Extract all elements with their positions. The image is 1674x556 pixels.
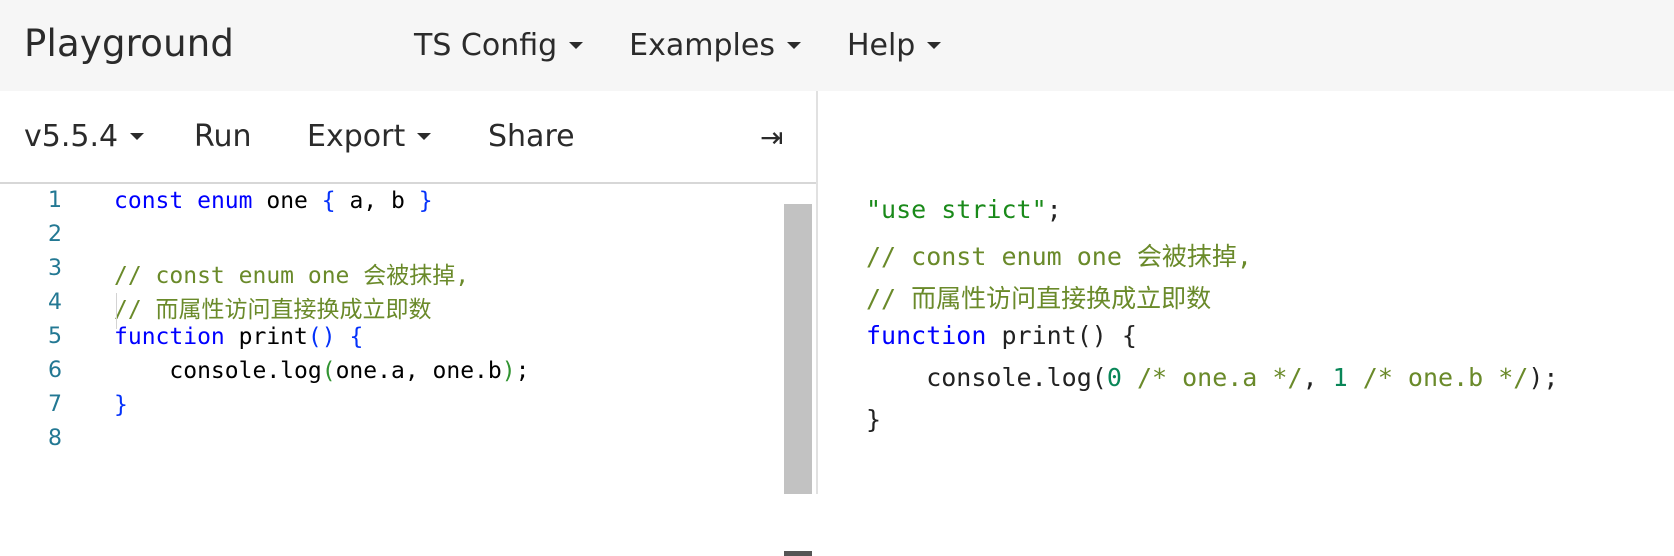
code-line[interactable]: 3 // const enum one 会被抹掉, <box>0 256 780 292</box>
code-token: a, b <box>335 188 419 214</box>
output-token: 0 <box>1106 363 1122 392</box>
output-line: "use strict"; <box>866 195 1062 235</box>
run-button[interactable]: Run <box>194 119 252 154</box>
output-token: /* one.b */ <box>1362 363 1529 392</box>
code-token: { <box>349 324 364 350</box>
code-token: } <box>114 392 128 418</box>
share-button[interactable]: Share <box>488 119 575 154</box>
code-token: // 而属性访问直接换成立即数 <box>114 297 432 323</box>
code-token: } <box>418 188 433 214</box>
chevron-down-icon <box>417 133 432 140</box>
code-line[interactable]: 5 function print() { <box>0 324 780 360</box>
version-label: v5.5.4 <box>24 119 119 154</box>
line-number: 5 <box>48 324 62 349</box>
output-line: // const enum one 会被抹掉, <box>866 237 1252 277</box>
output-line: function print() { <box>866 321 1137 361</box>
output-token <box>1348 363 1363 392</box>
output-token: print() { <box>986 321 1137 350</box>
line-number: 2 <box>48 222 62 247</box>
output-token: ); <box>1528 363 1559 392</box>
editor-scrollbar[interactable] <box>784 204 812 494</box>
line-number: 3 <box>48 256 62 281</box>
code-line[interactable]: 7} <box>0 392 780 428</box>
editor-pane: v5.5.4 Run Export Share ⇥ 1 const enum on… <box>0 91 816 556</box>
output-token: /* one.a */ <box>1136 363 1303 392</box>
code-token: print <box>224 324 308 350</box>
export-label: Export <box>307 119 406 154</box>
chevron-down-icon <box>786 42 801 49</box>
line-number: 1 <box>48 188 62 213</box>
nav-examples-label: Examples <box>629 28 775 63</box>
nav-examples[interactable]: Examples <box>629 28 801 63</box>
output-token: ; <box>1046 195 1062 224</box>
output-line: } <box>866 405 881 445</box>
output-token: , <box>1302 363 1333 392</box>
output-token <box>1122 363 1137 392</box>
top-bar: Playground TS Config Examples Help <box>0 0 1674 91</box>
code-token: const <box>114 188 184 214</box>
code-token: () <box>307 324 336 350</box>
chevron-down-icon <box>569 42 584 49</box>
editor-toolbar: v5.5.4 Run Export Share ⇥ <box>0 91 816 184</box>
chevron-down-icon <box>927 42 942 49</box>
chevron-down-icon <box>130 133 145 140</box>
code-token: ) <box>501 358 516 384</box>
code-token: one.a, one.b <box>335 358 502 384</box>
indent-guide <box>116 293 117 329</box>
version-selector[interactable]: v5.5.4 <box>24 119 145 154</box>
code-token: ( <box>321 358 336 384</box>
output-line: // 而属性访问直接换成立即数 <box>866 279 1211 319</box>
nav-ts-config[interactable]: TS Config <box>414 28 584 63</box>
code-line[interactable]: 2 <box>0 222 780 258</box>
code-editor[interactable]: 1 const enum one { a, b } 2 3 // const enum … <box>0 184 816 494</box>
code-text: } <box>114 392 128 418</box>
brand-title[interactable]: Playground <box>24 22 234 65</box>
output-token: "use strict" <box>866 195 1047 224</box>
code-token: one <box>252 188 322 214</box>
scrollbar-position-marker <box>784 551 812 556</box>
code-token: enum <box>197 188 253 214</box>
code-token: // const enum one 会被抹掉, <box>114 263 470 289</box>
code-text: const enum one { a, b } <box>114 188 433 214</box>
nav-help[interactable]: Help <box>846 28 942 63</box>
collapse-panel-icon[interactable]: ⇥ <box>760 121 783 154</box>
output-token: function <box>866 321 987 350</box>
nav-help-label: Help <box>846 28 916 63</box>
output-token: console.log( <box>866 363 1107 392</box>
top-nav: TS Config Examples Help <box>414 28 942 63</box>
line-number: 7 <box>48 392 62 417</box>
output-token: // const enum one 会被抹掉, <box>866 242 1252 271</box>
code-line[interactable]: 1 const enum one { a, b } <box>0 188 780 224</box>
output-token: 1 <box>1332 363 1348 392</box>
code-token: console.log <box>114 358 322 384</box>
code-text: console.log(one.a, one.b); <box>114 358 529 384</box>
code-token: function <box>114 324 225 350</box>
code-line[interactable]: 6 console.log(one.a, one.b); <box>0 358 780 394</box>
code-text: function print() { <box>114 324 363 350</box>
code-line[interactable]: 4 // 而属性访问直接换成立即数 <box>0 290 780 326</box>
code-token: ; <box>515 358 530 384</box>
code-text: // 而属性访问直接换成立即数 <box>114 290 432 324</box>
line-number: 6 <box>48 358 62 383</box>
output-line: console.log(0 /* one.a */, 1 /* one.b */… <box>866 363 1558 403</box>
code-text: // const enum one 会被抹掉, <box>114 256 469 290</box>
output-token: // 而属性访问直接换成立即数 <box>866 284 1212 313</box>
line-number: 4 <box>48 290 62 315</box>
line-number: 8 <box>48 426 62 451</box>
output-pane: "use strict"; // const enum one 会被抹掉, // 而… <box>818 91 1674 494</box>
code-line[interactable]: 8 <box>0 426 780 462</box>
output-token: } <box>866 405 882 434</box>
code-token: { <box>321 188 336 214</box>
export-menu[interactable]: Export <box>307 119 432 154</box>
nav-ts-config-label: TS Config <box>414 28 558 63</box>
